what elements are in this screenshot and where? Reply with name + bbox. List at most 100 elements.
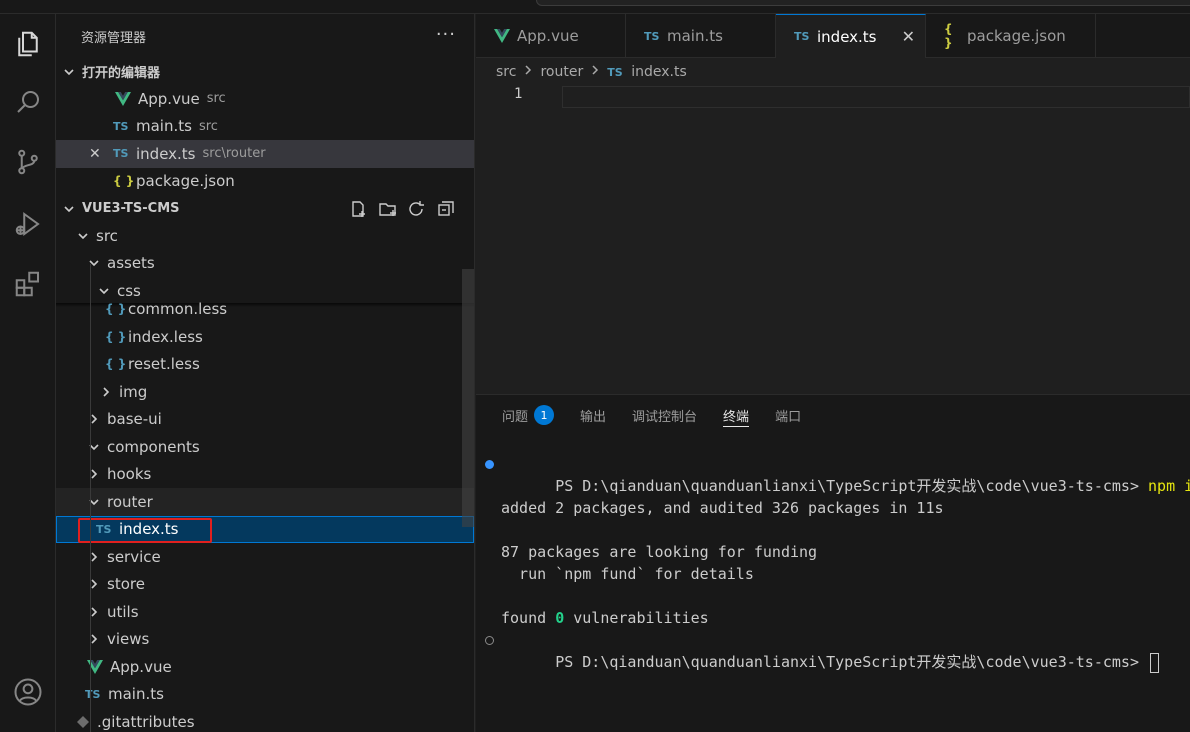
file-gitattributes[interactable]: .gitattributes: [56, 708, 474, 732]
vue-file-icon: [494, 29, 510, 43]
folder-service[interactable]: service: [56, 543, 474, 571]
more-actions-icon[interactable]: ···: [436, 24, 456, 45]
tab-ports[interactable]: 端口: [775, 395, 801, 435]
folder-base-ui[interactable]: base-ui: [56, 406, 474, 434]
bottom-panel: 问题 1 输出 调试控制台 终端 端口 PS D:\qianduan\quand…: [476, 394, 1190, 732]
chevron-down-icon: [62, 65, 76, 79]
file-reset-less[interactable]: { } reset.less: [56, 351, 474, 379]
explorer-title: 资源管理器: [81, 30, 147, 46]
folder-router[interactable]: router: [56, 488, 474, 516]
tab-label: 端口: [775, 409, 802, 425]
folder-label: views: [107, 630, 150, 649]
code-editor[interactable]: 1: [476, 86, 1190, 110]
git-file-icon: [76, 715, 90, 729]
folder-store[interactable]: store: [56, 571, 474, 599]
open-editors-header[interactable]: 打开的编辑器: [56, 58, 474, 85]
file-common-less[interactable]: { } common.less: [56, 296, 474, 324]
refresh-icon[interactable]: [407, 200, 427, 218]
file-label: reset.less: [128, 355, 200, 374]
account-icon[interactable]: [8, 672, 48, 712]
file-index-ts[interactable]: TS index.ts: [56, 515, 474, 543]
close-tab-icon[interactable]: ✕: [902, 27, 915, 46]
extensions-icon[interactable]: [8, 264, 48, 304]
folder-assets[interactable]: assets: [56, 250, 474, 278]
folder-views[interactable]: views: [56, 626, 474, 654]
open-editor-item[interactable]: { } package.json: [56, 168, 474, 196]
breadcrumb: src router TS index.ts: [476, 58, 1190, 86]
tab-label: App.vue: [517, 27, 579, 45]
less-file-icon: { }: [105, 329, 127, 344]
folder-utils[interactable]: utils: [56, 598, 474, 626]
tab-label: 问题: [502, 409, 529, 425]
open-editor-item[interactable]: TS main.ts src: [56, 113, 474, 141]
tab-terminal[interactable]: 终端: [723, 395, 750, 435]
chevron-right-icon: [589, 64, 601, 80]
folder-label: src: [96, 226, 118, 245]
file-app-vue[interactable]: App.vue: [56, 653, 474, 681]
file-label: main.ts: [108, 685, 164, 704]
tab-package-json[interactable]: { } package.json: [926, 14, 1096, 58]
tab-problems[interactable]: 问题 1: [502, 395, 555, 435]
close-icon[interactable]: ✕: [89, 146, 113, 162]
typescript-file-icon: TS: [85, 687, 101, 701]
current-line-highlight: [562, 86, 1190, 108]
command-center[interactable]: [536, 0, 1190, 6]
line-number: 1: [514, 86, 523, 102]
folder-label: assets: [107, 254, 155, 273]
terminal-line: added 2 packages, and audited 326 packag…: [501, 499, 944, 517]
new-file-icon[interactable]: [349, 200, 369, 218]
open-editor-item[interactable]: App.vue src: [56, 85, 474, 113]
less-file-icon: { }: [105, 302, 127, 317]
file-label: .gitattributes: [97, 712, 195, 731]
open-editor-name: package.json: [136, 172, 235, 191]
tab-output[interactable]: 输出: [580, 395, 606, 435]
typescript-file-icon: TS: [113, 119, 129, 133]
open-editor-item-active[interactable]: ✕ TS index.ts src\router: [56, 140, 474, 168]
tab-debug-console[interactable]: 调试控制台: [632, 395, 697, 435]
chevron-right-icon: [522, 64, 534, 80]
source-control-icon[interactable]: [8, 142, 48, 182]
folder-src[interactable]: src: [56, 222, 474, 250]
breadcrumb-item[interactable]: src: [496, 64, 516, 80]
breadcrumb-item[interactable]: router: [540, 64, 583, 80]
terminal-line: run `npm fund` for details: [501, 565, 754, 583]
project-header[interactable]: VUE3-TS-CMS: [56, 195, 474, 222]
explorer-icon[interactable]: [8, 24, 48, 64]
folder-label: base-ui: [107, 410, 162, 429]
editor-tabs: App.vue TS main.ts TS index.ts ✕ { } pac…: [476, 14, 1190, 58]
tab-label: 终端: [723, 409, 750, 425]
sidebar-scrollbar[interactable]: [462, 269, 474, 527]
new-folder-icon[interactable]: [378, 200, 398, 218]
tab-index-ts[interactable]: TS index.ts ✕: [776, 14, 926, 58]
collapse-all-icon[interactable]: [436, 200, 456, 218]
file-index-less[interactable]: { } index.less: [56, 323, 474, 351]
folder-label: img: [119, 382, 148, 401]
tab-app-vue[interactable]: App.vue: [476, 14, 626, 58]
breadcrumb-item[interactable]: index.ts: [631, 64, 687, 80]
folder-img[interactable]: img: [56, 378, 474, 406]
command-success-icon[interactable]: [485, 460, 494, 469]
project-title: VUE3-TS-CMS: [82, 201, 180, 216]
json-file-icon: { }: [944, 22, 953, 50]
file-label: common.less: [128, 300, 228, 319]
folder-components[interactable]: components: [56, 433, 474, 461]
folder-hooks[interactable]: hooks: [56, 461, 474, 489]
search-icon[interactable]: [8, 82, 48, 122]
typescript-file-icon: TS: [607, 65, 623, 79]
terminal-prompt: PS D:\qianduan\quanduanlianxi\TypeScript…: [555, 653, 1149, 671]
folder-label: hooks: [107, 465, 152, 484]
tab-label: 输出: [580, 409, 607, 425]
terminal-output[interactable]: PS D:\qianduan\quanduanlianxi\TypeScript…: [476, 453, 1190, 673]
explorer-sidebar: 资源管理器 ··· 打开的编辑器 App.vue src TS main.ts …: [56, 14, 475, 732]
explorer-actions: [349, 200, 456, 218]
panel-tabs: 问题 1 输出 调试控制台 终端 端口: [476, 395, 1190, 435]
tab-main-ts[interactable]: TS main.ts: [626, 14, 776, 58]
open-editors-title: 打开的编辑器: [82, 66, 161, 81]
file-main-ts[interactable]: TS main.ts: [56, 681, 474, 709]
vue-file-icon: [115, 91, 131, 106]
run-debug-icon[interactable]: [8, 204, 48, 244]
indent-guide: [90, 264, 91, 732]
explorer-header: 资源管理器: [56, 14, 474, 58]
